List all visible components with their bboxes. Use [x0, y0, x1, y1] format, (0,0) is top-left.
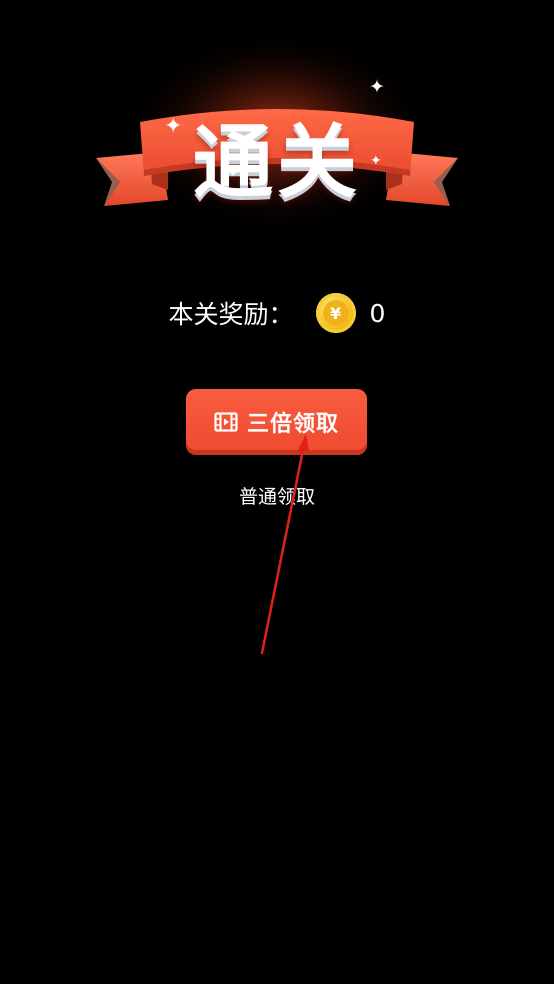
coin-symbol: ¥	[322, 300, 349, 326]
triple-claim-button[interactable]: 三倍领取	[186, 389, 367, 455]
sparkle-icon: ✦	[369, 76, 385, 98]
triple-claim-label: 三倍领取	[246, 412, 339, 437]
coin-icon: ¥	[315, 293, 356, 333]
reward-row: 本关奖励： ¥ 0	[0, 290, 554, 336]
reward-value: 0	[369, 298, 386, 328]
level-complete-banner: 通关 ✦ ✦ ✦ ✦	[0, 40, 554, 230]
sparkle-icon: ✦	[370, 153, 382, 169]
sparkle-icon: ✦	[164, 114, 183, 139]
banner-title: 通关	[193, 116, 361, 209]
reward-label: 本关奖励：	[168, 300, 294, 329]
sparkle-icon: ✦	[228, 166, 239, 180]
normal-claim-link[interactable]: 普通领取	[0, 482, 554, 509]
level-complete-screen: 通关 ✦ ✦ ✦ ✦ 本关奖励： ¥ 0 三倍领取 普通领取	[0, 0, 554, 984]
video-icon	[214, 412, 238, 432]
